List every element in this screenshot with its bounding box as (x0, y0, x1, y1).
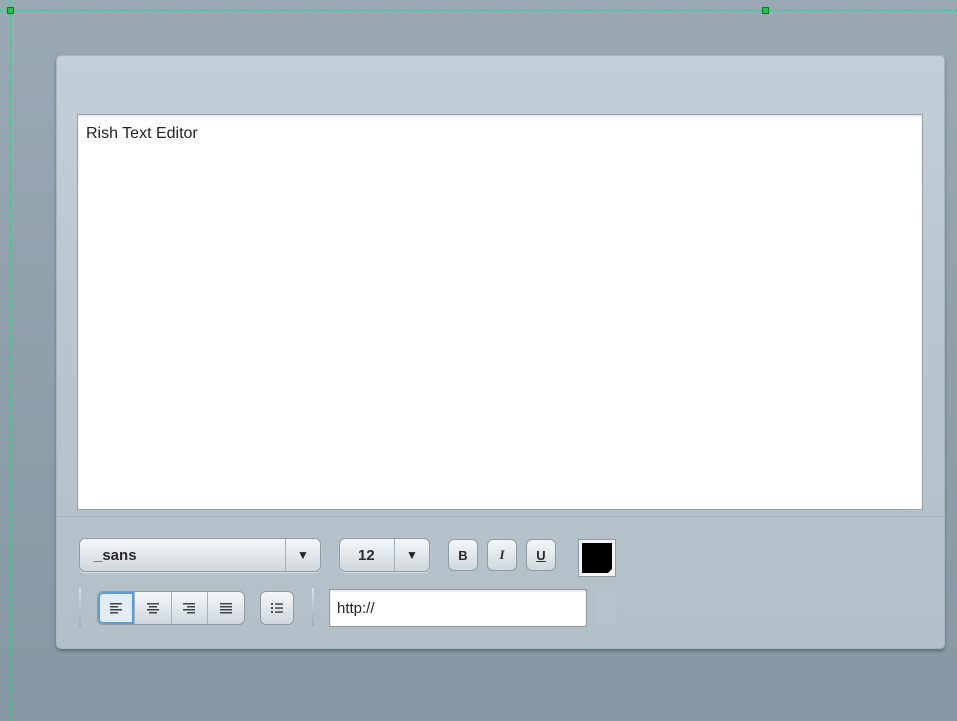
font-size-dropdown[interactable]: 12 ▼ (339, 538, 430, 572)
url-input-extension (595, 591, 617, 625)
color-picker-corner-icon (607, 568, 613, 574)
alignment-button-group (97, 591, 245, 625)
bullet-list-icon (271, 603, 283, 613)
toolbar-divider (57, 516, 944, 517)
url-input[interactable] (329, 589, 587, 627)
align-justify-icon (220, 603, 233, 614)
editor-text-area[interactable]: Rish Text Editor (77, 114, 923, 510)
editor-content: Rish Text Editor (86, 125, 198, 142)
chevron-down-icon[interactable]: ▼ (394, 539, 429, 571)
bold-button[interactable]: B (448, 539, 478, 571)
font-family-dropdown[interactable]: _sans ▼ (79, 538, 321, 572)
italic-button[interactable]: I (487, 539, 517, 571)
resize-handle-top-left[interactable] (7, 7, 14, 14)
rich-text-editor-panel: Rish Text Editor _sans ▼ 12 ▼ B I U (56, 55, 945, 649)
font-family-value: _sans (94, 547, 137, 564)
align-left-button[interactable] (98, 592, 135, 624)
align-left-icon (109, 603, 122, 614)
selection-guide-left (10, 0, 11, 721)
align-center-icon (146, 603, 159, 614)
align-center-button[interactable] (135, 592, 172, 624)
text-color-picker[interactable] (578, 539, 616, 577)
selection-guide-top (0, 10, 957, 11)
toolbar-separator (312, 588, 314, 626)
resize-handle-top-middle[interactable] (762, 7, 769, 14)
align-right-button[interactable] (172, 592, 209, 624)
underline-button[interactable]: U (526, 539, 556, 571)
font-size-value: 12 (358, 547, 375, 564)
bullet-list-button[interactable] (260, 591, 294, 625)
chevron-down-icon[interactable]: ▼ (285, 539, 320, 571)
align-justify-button[interactable] (208, 592, 244, 624)
toolbar-separator (79, 588, 81, 626)
align-right-icon (183, 603, 196, 614)
